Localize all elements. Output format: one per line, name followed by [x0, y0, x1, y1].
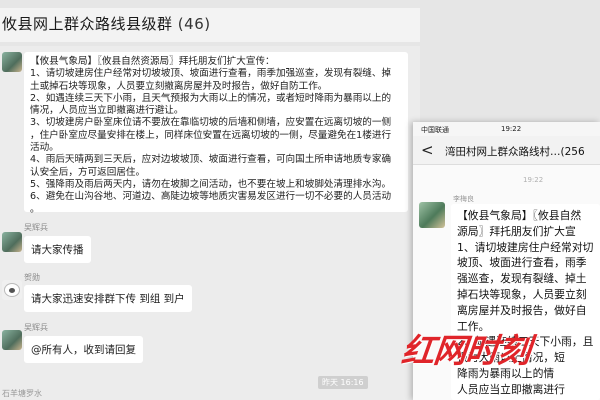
phone-title-text: 湾田村网上群众路线村… [445, 146, 561, 158]
sender-avatar[interactable] [2, 52, 22, 72]
phone-chat-header: < 湾田村网上群众路线村…(256 [413, 136, 600, 165]
notice-text: 【攸县气象局】〖攸县自然资源局〗拜托朋友们扩大宣传： 1、请切坡建房住户经常对切… [30, 56, 391, 216]
sender-name: 吴辉兵 [24, 323, 48, 332]
sender-avatar[interactable] [2, 330, 22, 350]
notice-line: 情况，人员应当立即撤离进行避让。 [30, 105, 184, 117]
notice-line: 6、避免在山沟谷地、河道边、高陡边坡等地质灾害易发区进行一切不必要的人员活动 [30, 191, 392, 203]
phone-line: 【攸县气象局】〖攸县自然 [457, 209, 582, 222]
phone-chat-time: 19:22 [523, 176, 544, 184]
notice-line: 认安全后，方可返回居住。 [30, 166, 146, 178]
notice-line: 2、如遇连续三天下小雨，且天气预报为大雨以上的情况，或者短时降雨为暴雨以上的 [30, 92, 392, 104]
notice-line: 4、雨后天晴两到三天后，应对边坡坡顶、坡面进行查看，可向国土所申请地质专家确 [30, 154, 392, 166]
sender-name-partial: 石羊塘罗水 [2, 389, 42, 398]
sender-avatar[interactable] [2, 232, 22, 252]
phone-line: 人员应当立即撤离进行 [457, 382, 565, 396]
message-bubble[interactable]: @所有人，收到请回复 [24, 336, 143, 363]
phone-chat-title: 湾田村网上群众路线村…(256 [445, 144, 585, 159]
notice-line: 。 [30, 203, 40, 215]
carrier-label: 中国联通 [421, 126, 449, 134]
phone-line: 坡顶、坡面进行查看，雨季 [457, 256, 587, 270]
phone-status-bar: 中国联通 19:22 [413, 122, 600, 136]
watermark-logo: 红网时刻 [399, 331, 532, 370]
notice-line: 5、强降雨及雨后两天内，请勿在坡脚之间活动，也不要在坡上和坡脚处清理排水沟。 [30, 178, 392, 190]
phone-line: 1、请切坡建房住户经常对切 [457, 240, 594, 254]
phone-line: 强巡查，发现有裂缝、掉土 [457, 272, 587, 286]
phone-title-count: (256 [560, 146, 585, 158]
notice-line: ，住户卧室应尽量安排在楼上，同样床位安置在远离切坡的一侧，尽量避免在1楼进行 [30, 129, 392, 141]
phone-sender-avatar[interactable] [419, 202, 445, 228]
chat-title: 攸县网上群众路线县级群 (46) [2, 13, 211, 34]
message-timestamp: 昨天 16:16 [318, 376, 368, 389]
phone-line: 源局〗拜托朋友们扩大宣 [457, 224, 576, 238]
phone-line: 掉石块等现象，人员要立刻 [457, 287, 587, 301]
message-bubble[interactable]: 请大家传播 [24, 236, 91, 263]
chat-title-text: 攸县网上群众路线县级群 [2, 15, 173, 33]
notice-line: 活动。 [30, 142, 59, 154]
notice-line: 土或掉石块等现象，人员要立刻撤离房屋并及时报告，做好自防工作。 [30, 80, 328, 92]
notice-line: 1、请切坡建房住户经常对切坡坡顶、坡面进行查看，雨季加强巡查，发现有裂缝、掉 [30, 68, 392, 80]
phone-line: 离房屋并及时报告，做好自 [457, 303, 587, 317]
member-count: (46) [177, 15, 211, 33]
message-bubble[interactable]: 请大家迅速安排群下传 到组 到户 [24, 285, 192, 312]
notice-line: 3、切坡建房户卧室床位请不要放在靠临切坡的后墙和侧墙，应安置在远离切坡的一侧 [30, 117, 392, 129]
sender-name: 吴辉兵 [24, 223, 48, 232]
phone-sender-name: 李梅良 [453, 195, 474, 203]
status-time: 19:22 [501, 125, 522, 133]
back-arrow-icon[interactable]: < [421, 141, 434, 159]
sender-name: 贺勋 [24, 273, 40, 282]
sender-avatar[interactable] [2, 280, 22, 300]
notice-line: 【攸县气象局】〖攸县自然资源局〗拜托朋友们扩大宣传： [30, 56, 275, 67]
message-bubble-notice[interactable]: 【攸县气象局】〖攸县自然资源局〗拜托朋友们扩大宣传： 1、请切坡建房住户经常对切… [24, 52, 408, 215]
